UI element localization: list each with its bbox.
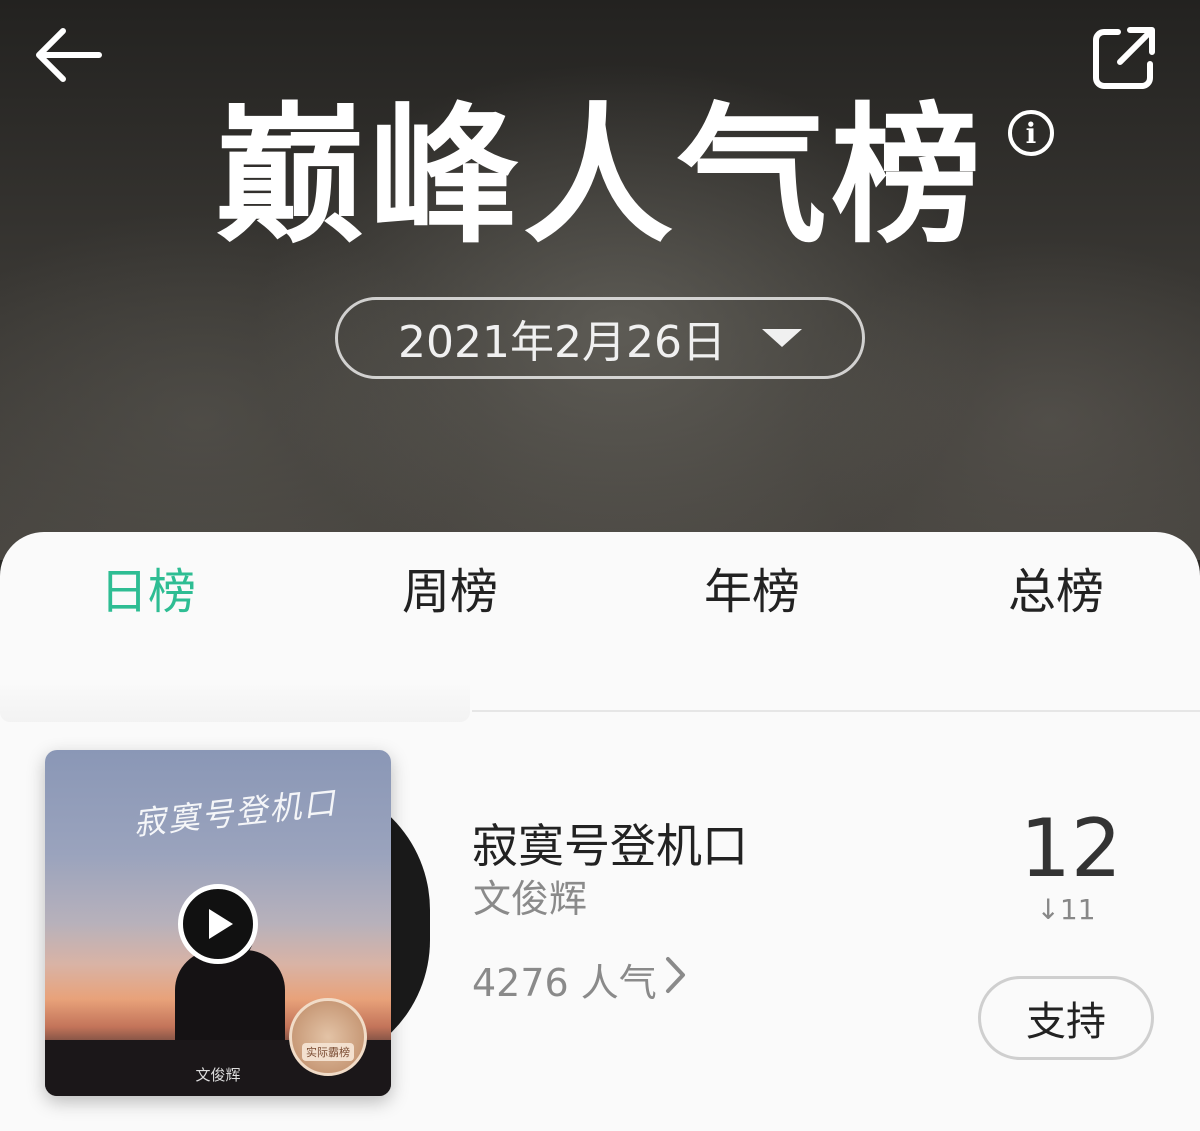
tab-yearly[interactable]: 年榜	[672, 552, 832, 632]
share-button[interactable]	[1088, 22, 1160, 94]
badge-label: 实际霸榜	[302, 1043, 354, 1061]
period-tabs: 日榜 周榜 年榜 总榜	[0, 552, 1200, 632]
cover-script-text: 寂寞号登机口	[131, 783, 339, 843]
shadow-divider	[0, 682, 470, 722]
date-selector[interactable]: 2021年2月26日	[335, 297, 865, 379]
popularity-link[interactable]: 4276 人气	[472, 952, 687, 1007]
song-artist[interactable]: 文俊辉	[473, 868, 587, 923]
play-button[interactable]	[178, 884, 258, 964]
award-badge-icon: 实际霸榜	[289, 998, 367, 1076]
tab-daily[interactable]: 日榜	[68, 552, 228, 632]
chevron-down-icon	[761, 329, 802, 347]
chevron-right-icon	[665, 955, 687, 1005]
arrow-left-icon	[36, 28, 102, 82]
popularity-value: 4276 人气	[472, 961, 657, 1005]
song-title[interactable]: 寂寞号登机口	[472, 810, 748, 876]
header-background	[0, 0, 1200, 560]
date-label: 2021年2月26日	[398, 317, 726, 368]
play-icon	[209, 909, 233, 939]
rank-number: 12	[1020, 802, 1122, 895]
back-button[interactable]	[30, 20, 106, 90]
support-button[interactable]: 支持	[978, 976, 1154, 1060]
divider	[472, 710, 1200, 712]
tab-weekly[interactable]: 周榜	[370, 552, 530, 632]
tab-all-time[interactable]: 总榜	[976, 552, 1136, 632]
share-external-icon	[1093, 27, 1155, 89]
rank-change: ↓11	[1036, 893, 1096, 926]
info-icon[interactable]: i	[1008, 110, 1054, 156]
